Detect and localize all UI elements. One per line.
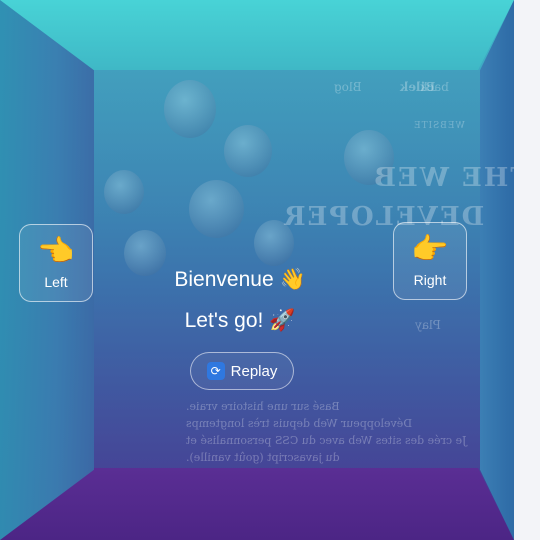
- page-margin: [514, 0, 540, 540]
- replay-button[interactable]: ⟳ Replay: [190, 352, 294, 390]
- waving-hand-icon: 👋: [279, 268, 306, 291]
- greeting-line-1: Bienvenue 👋: [140, 268, 340, 292]
- ghost-bio-line: Basé sur une histoire vraie.: [186, 400, 340, 413]
- ghost-bio-line: du javascript (goût vanille).: [186, 451, 340, 464]
- replay-label: Replay: [230, 362, 278, 380]
- right-wall: [480, 0, 514, 540]
- refresh-icon: ⟳: [206, 362, 225, 380]
- left-button-label: Left: [44, 274, 68, 290]
- rocket-icon: 🚀: [269, 309, 296, 332]
- lets-go-text: Let's go!: [184, 309, 264, 332]
- right-button[interactable]: 👉 Right: [393, 222, 467, 300]
- hand-pointing-right-icon: 👉: [411, 232, 449, 267]
- greeting-text: Bienvenue: [174, 268, 274, 291]
- ghost-nav-blog: Blog: [334, 80, 362, 94]
- ghost-title-line1: THE WEB: [372, 163, 514, 193]
- ghost-bio: Basé sur une histoire vraie. Développeur…: [186, 398, 467, 466]
- ghost-bio-line: Je crée des sites Web avec du CSS person…: [186, 434, 467, 447]
- balloon-decoration: [104, 170, 144, 214]
- balloon-decoration: [164, 80, 216, 138]
- hand-pointing-left-icon: 👈: [37, 234, 75, 269]
- ghost-play: Play: [415, 318, 441, 332]
- balloon-decoration: [189, 180, 244, 238]
- right-button-label: Right: [413, 272, 447, 288]
- ghost-bio-line: Développeur Web depuis très longtemps: [186, 417, 413, 430]
- left-button[interactable]: 👈 Left: [19, 224, 93, 302]
- balloon-decoration: [224, 125, 272, 177]
- ghost-nav-bilek: Bilek: [400, 80, 436, 94]
- ghost-website-tag: WEBSITE: [413, 121, 465, 131]
- room-scene: back Bilek Blog WEBSITE THE WEB DEVELOPE…: [0, 0, 514, 540]
- greeting-line-2: Let's go! 🚀: [140, 309, 340, 333]
